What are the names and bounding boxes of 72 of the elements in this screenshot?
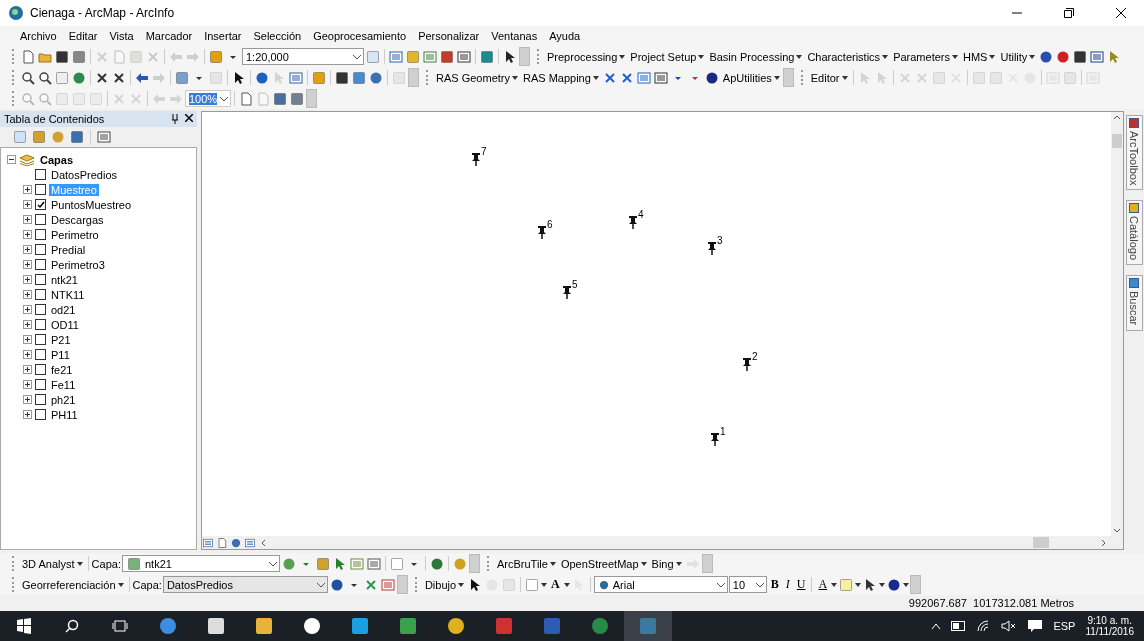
layer-name[interactable]: P21 bbox=[49, 333, 73, 346]
layer-name[interactable]: PH11 bbox=[49, 408, 80, 421]
menu-item[interactable]: Editar bbox=[62, 30, 104, 42]
dock-tab[interactable]: Buscar bbox=[1125, 275, 1143, 331]
menu-button[interactable]: Basin Processing bbox=[707, 50, 805, 63]
menu-item[interactable]: Ventanas bbox=[485, 30, 544, 42]
coordinates-readout: 992067.687 1017312.081 Metros bbox=[908, 597, 1074, 609]
font-color-button[interactable]: A bbox=[815, 577, 831, 592]
layer-field[interactable]: DatosPredios bbox=[162, 576, 328, 593]
layer-name[interactable]: od21 bbox=[49, 303, 78, 316]
menu-button[interactable]: OpenStreetMap bbox=[558, 557, 649, 570]
menu-button[interactable]: Utility bbox=[998, 50, 1038, 63]
menu-item[interactable]: Marcador bbox=[139, 30, 199, 42]
bold-button[interactable]: B bbox=[767, 577, 782, 592]
layer-field[interactable]: ntk21 bbox=[121, 555, 280, 572]
point-label: 5 bbox=[572, 279, 578, 290]
menu-item[interactable]: Archivo bbox=[14, 30, 63, 42]
menu-item[interactable]: Insertar bbox=[198, 30, 248, 42]
menu-button[interactable]: Dibujo bbox=[422, 578, 467, 591]
menu-item[interactable]: Ayuda bbox=[543, 30, 587, 42]
menu-button[interactable]: Project Setup bbox=[628, 50, 707, 63]
menu-button[interactable]: 3D Analyst bbox=[20, 557, 85, 570]
menu-button[interactable]: RAS Geometry bbox=[434, 71, 520, 84]
underline-button[interactable]: U bbox=[793, 577, 809, 592]
dock-tab[interactable]: Catálogo bbox=[1125, 200, 1143, 266]
menu-button[interactable]: Georreferenciación bbox=[20, 578, 126, 591]
layer-name[interactable]: Fe11 bbox=[49, 378, 78, 391]
layer-name[interactable]: fe21 bbox=[49, 363, 75, 376]
point-label: 2 bbox=[752, 351, 758, 362]
menu-item[interactable]: Geoprocesamiento bbox=[307, 30, 413, 42]
point-label: 6 bbox=[547, 219, 553, 230]
text-tool-button[interactable]: A bbox=[548, 577, 563, 592]
layer-label: Capa: bbox=[132, 578, 162, 591]
menu-button[interactable]: ArcBruTile bbox=[494, 557, 558, 570]
layer-name[interactable]: OD11 bbox=[49, 318, 81, 331]
layer-name[interactable]: Perimetro3 bbox=[49, 258, 107, 271]
layer-label: Capa: bbox=[91, 557, 121, 570]
layer-name[interactable]: Predial bbox=[49, 243, 88, 256]
scale-field[interactable]: 1:20,000 bbox=[242, 48, 364, 65]
layer-name[interactable]: NTK11 bbox=[49, 288, 87, 301]
menu-button[interactable]: ApUtilities bbox=[720, 71, 782, 84]
point-label: 1 bbox=[720, 426, 726, 437]
menu-button[interactable]: RAS Mapping bbox=[520, 71, 601, 84]
menu-button[interactable]: Parameters bbox=[891, 50, 960, 63]
layer-name[interactable]: Perimetro bbox=[49, 228, 101, 241]
layer-name[interactable]: P11 bbox=[49, 348, 72, 361]
point-label: 4 bbox=[638, 209, 644, 220]
menu-item[interactable]: Vista bbox=[103, 30, 140, 42]
italic-button[interactable]: I bbox=[782, 577, 793, 592]
font-field[interactable]: Arial bbox=[593, 576, 728, 593]
menu-button[interactable]: Bing bbox=[649, 557, 684, 570]
layer-name[interactable]: PuntosMuestreo bbox=[49, 198, 134, 211]
point-label: 7 bbox=[481, 146, 487, 157]
panel-title: Tabla de Contenidos bbox=[4, 113, 105, 125]
font-size-field[interactable]: 10 bbox=[728, 576, 767, 593]
layer-name[interactable]: ph21 bbox=[49, 393, 78, 406]
menu-item[interactable]: Selección bbox=[247, 30, 308, 42]
menu-button[interactable]: Characteristics bbox=[805, 50, 891, 63]
zoom-field[interactable]: 100% bbox=[185, 90, 231, 107]
layer-name[interactable]: DatosPredios bbox=[49, 168, 120, 181]
clock[interactable]: 9:10 a. m. 11/11/2016 bbox=[1085, 615, 1134, 637]
menu-button[interactable]: Editor bbox=[808, 71, 850, 84]
menu-button[interactable]: Preprocessing bbox=[545, 50, 628, 63]
menu-button[interactable]: HMS bbox=[961, 50, 998, 63]
layer-name[interactable]: ntk21 bbox=[49, 273, 80, 286]
window-title: Cienaga - ArcMap - ArcInfo bbox=[30, 6, 176, 20]
layer-name[interactable]: Descargas bbox=[49, 213, 106, 226]
layer-group-label[interactable]: Capas bbox=[38, 153, 76, 166]
dock-tab[interactable]: ArcToolbox bbox=[1125, 115, 1143, 191]
language-indicator[interactable]: ESP bbox=[1053, 620, 1076, 632]
point-label: 3 bbox=[717, 235, 723, 246]
menu-item[interactable]: Personalizar bbox=[412, 30, 486, 42]
